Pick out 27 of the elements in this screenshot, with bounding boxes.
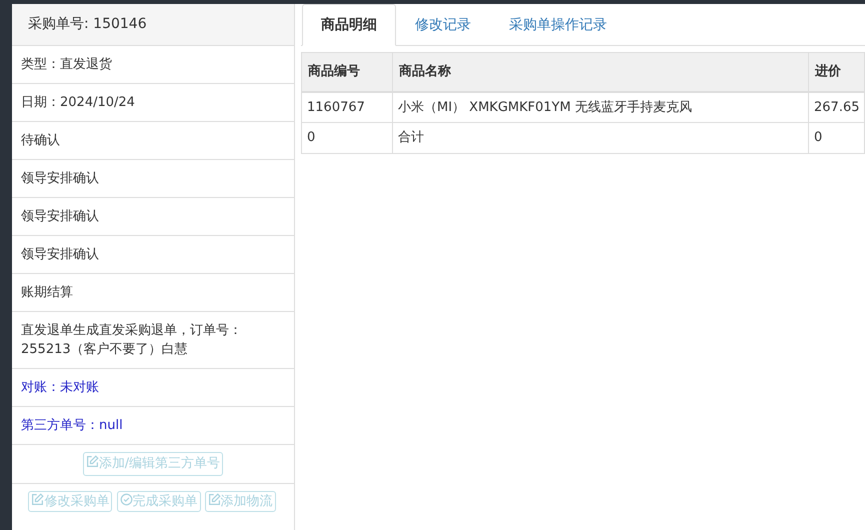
edit-icon <box>208 493 221 506</box>
info-row: 第三方单号：null <box>12 407 294 445</box>
info-row: 账期结算 <box>12 274 294 312</box>
table-cell: 小米（MI） XMKGMKF01YM 无线蓝牙手持麦克风 <box>392 92 808 122</box>
info-row: 领导安排确认 <box>12 198 294 236</box>
table-cell: 267.65 <box>808 92 864 122</box>
info-row: 直发退单生成直发采购退单，订单号：255213（客户不要了）白慧 <box>12 312 294 369</box>
table-cell: 合计 <box>392 122 808 154</box>
info-row: 类型：直发退货 <box>12 46 294 84</box>
check-circle-icon <box>120 493 132 506</box>
column-header: 商品编号 <box>302 52 392 92</box>
table-cell: 0 <box>808 122 864 154</box>
tab[interactable]: 修改记录 <box>396 4 490 46</box>
table-cell: 1160767 <box>302 92 392 122</box>
edit-icon <box>31 493 44 506</box>
info-row: 对账：未对账 <box>12 369 294 407</box>
table-cell: 0 <box>302 122 392 154</box>
info-row: 领导安排确认 <box>12 236 294 274</box>
edit-icon <box>86 455 99 468</box>
order-number-header: 采购单号: 150146 <box>12 4 294 46</box>
tab[interactable]: 商品明细 <box>302 4 396 46</box>
column-header: 商品名称 <box>392 52 808 92</box>
tab[interactable]: 采购单操作记录 <box>490 4 626 46</box>
column-header: 进价 <box>808 52 864 92</box>
info-row: 日期：2024/10/24 <box>12 84 294 122</box>
info-row: 领导安排确认 <box>12 160 294 198</box>
info-row: 待确认 <box>12 122 294 160</box>
